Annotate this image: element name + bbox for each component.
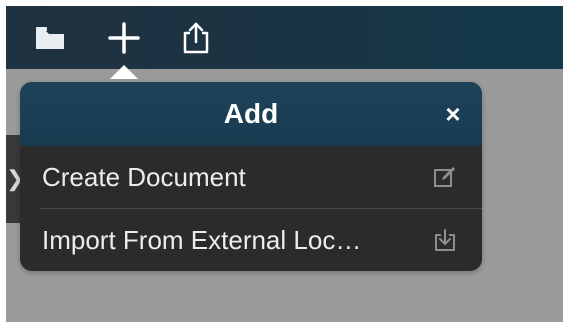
add-popover: Add × Create Document Import From Extern…: [20, 82, 482, 271]
share-icon: [183, 22, 209, 54]
toolbar: [6, 6, 563, 69]
plus-icon: [108, 22, 140, 54]
import-icon: [432, 227, 458, 253]
folder-button[interactable]: [30, 20, 70, 56]
popover-header: Add ×: [20, 82, 482, 146]
app-window: ❯ Add × Create Document Import From Exte…: [6, 6, 563, 322]
popover-title: Add: [223, 98, 279, 129]
folder-icon: [36, 27, 64, 49]
menu-item-import-external[interactable]: Import From External Loc…: [20, 209, 482, 271]
menu-item-label: Import From External Loc…: [42, 224, 362, 255]
close-button[interactable]: ×: [438, 99, 468, 129]
menu-item-label: Create Document: [42, 161, 246, 192]
add-button[interactable]: [104, 20, 144, 56]
menu-item-create-document[interactable]: Create Document: [20, 146, 482, 208]
side-panel-handle[interactable]: ❯: [6, 135, 24, 223]
share-button[interactable]: [176, 20, 216, 56]
popover-arrow: [110, 65, 138, 79]
edit-icon: [432, 164, 458, 190]
close-icon: ×: [445, 98, 461, 129]
